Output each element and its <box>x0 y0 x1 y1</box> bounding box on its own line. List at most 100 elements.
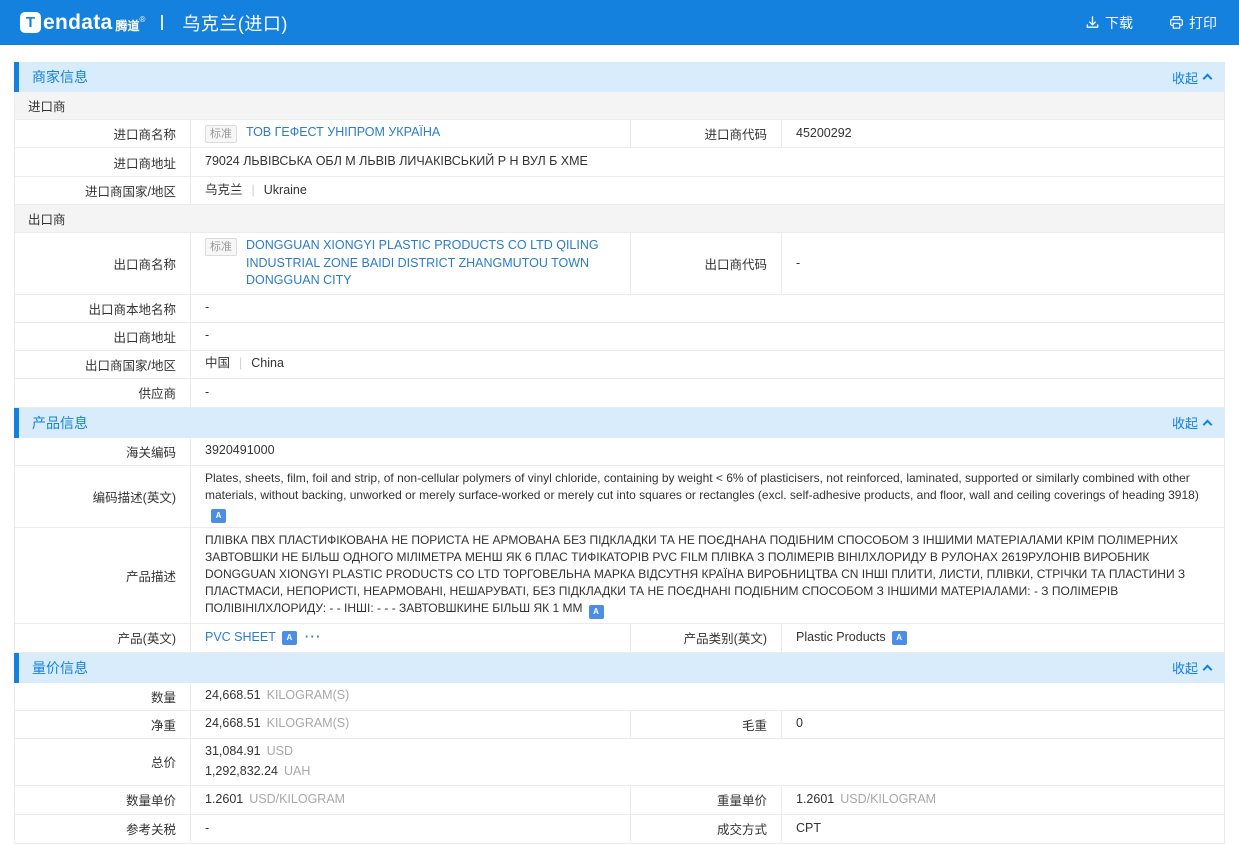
exporter-address-value: - <box>205 327 209 345</box>
weight-unit-price-value: 1.2601 <box>796 791 834 809</box>
print-button[interactable]: 打印 <box>1169 13 1217 33</box>
field-value: - <box>190 295 1224 322</box>
collapse-merchant-button[interactable]: 收起 <box>1172 68 1211 87</box>
net-weight-value: 24,668.51 <box>205 715 261 733</box>
total-price-uah-unit: UAH <box>284 763 310 781</box>
download-button[interactable]: 下载 <box>1085 13 1133 33</box>
collapse-label: 收起 <box>1172 413 1198 432</box>
importer-name-link[interactable]: ТОВ ГЕФЕСТ УНІПРОМ УКРАЇНА <box>246 124 440 142</box>
logo-wordmark: endata <box>43 12 113 33</box>
field-label: 产品描述 <box>15 528 190 623</box>
importer-country-cn: 乌克兰 <box>205 182 243 200</box>
exporter-local-name-value: - <box>205 299 209 317</box>
table-row: 出口商名称 标准 DONGGUAN XIONGYI PLASTIC PRODUC… <box>15 233 1224 295</box>
field-label: 出口商地址 <box>15 323 190 350</box>
field-label: 产品(英文) <box>15 624 190 652</box>
code-desc-text: Plates, sheets, film, foil and strip, of… <box>205 470 1210 523</box>
weight-unit-price-unit: USD/KILOGRAM <box>840 791 936 809</box>
field-value: 标准 DONGGUAN XIONGYI PLASTIC PRODUCTS CO … <box>190 233 630 294</box>
translate-icon[interactable]: A <box>282 631 297 645</box>
table-row: 产品描述 ПЛІВКА ПВХ ПЛАСТИФІКОВАНА НЕ ПОРИСТ… <box>15 528 1224 624</box>
field-value: - <box>190 379 1224 407</box>
field-value: - <box>781 233 1224 294</box>
collapse-product-button[interactable]: 收起 <box>1172 413 1211 432</box>
field-value: ПЛІВКА ПВХ ПЛАСТИФІКОВАНА НЕ ПОРИСТА НЕ … <box>190 528 1224 623</box>
field-value: 24,668.51 KILOGRAM(S) <box>190 711 630 738</box>
collapse-label: 收起 <box>1172 68 1198 87</box>
field-value: Plates, sheets, film, foil and strip, of… <box>190 466 1224 527</box>
importer-code-value: 45200292 <box>796 125 852 143</box>
exporter-name-link[interactable]: DONGGUAN XIONGYI PLASTIC PRODUCTS CO LTD… <box>246 237 616 290</box>
print-icon <box>1169 15 1184 30</box>
translate-icon[interactable]: A <box>211 509 226 523</box>
field-value: 乌克兰 | Ukraine <box>190 177 1224 204</box>
chevron-up-icon <box>1203 74 1213 84</box>
table-row: 总价 31,084.91 USD 1,292,832.24 UAH <box>15 739 1224 786</box>
download-icon <box>1085 15 1100 30</box>
page-title: 乌克兰(进口) <box>182 10 288 36</box>
translate-icon[interactable]: A <box>589 605 604 619</box>
total-price-uah-value: 1,292,832.24 <box>205 763 278 781</box>
importer-country-en: Ukraine <box>264 182 307 200</box>
section-header-merchant: 商家信息 收起 <box>14 62 1225 92</box>
collapse-label: 收起 <box>1172 658 1198 677</box>
total-price-usd-unit: USD <box>267 743 293 761</box>
field-label: 总价 <box>15 739 190 785</box>
more-products-button[interactable]: ··· <box>305 629 322 647</box>
table-row: 供应商 - <box>15 379 1224 408</box>
field-label: 出口商名称 <box>15 233 190 294</box>
field-label: 进口商代码 <box>630 120 781 147</box>
product-desc-text: ПЛІВКА ПВХ ПЛАСТИФІКОВАНА НЕ ПОРИСТА НЕ … <box>205 532 1210 619</box>
section-header-product: 产品信息 收起 <box>14 408 1225 438</box>
field-label: 产品类别(英文) <box>630 624 781 652</box>
top-header-bar: T endata 腾道 ® 乌克兰(进口) 下载 打印 <box>0 0 1239 45</box>
exporter-country-en: China <box>251 355 284 373</box>
field-value: PVC SHEET A ··· <box>190 624 630 652</box>
field-label: 数量单价 <box>15 786 190 814</box>
section-title: 产品信息 <box>32 413 88 433</box>
total-price-stack: 31,084.91 USD 1,292,832.24 UAH <box>205 743 310 781</box>
logo-chinese-name: 腾道 <box>116 17 140 34</box>
category-en-value: Plastic Products <box>796 629 886 647</box>
table-row: 净重 24,668.51 KILOGRAM(S) 毛重 0 <box>15 711 1224 739</box>
table-row: 进口商国家/地区 乌克兰 | Ukraine <box>15 177 1224 205</box>
quantity-unit: KILOGRAM(S) <box>267 687 350 705</box>
product-desc-value: ПЛІВКА ПВХ ПЛАСТИФІКОВАНА НЕ ПОРИСТА НЕ … <box>205 533 1185 615</box>
tendata-logo-icon: T <box>20 12 41 33</box>
field-label: 成交方式 <box>630 815 781 843</box>
merchant-table: 进口商 进口商名称 标准 ТОВ ГЕФЕСТ УНІПРОМ УКРАЇНА … <box>14 92 1225 408</box>
qty-unit-price-unit: USD/KILOGRAM <box>249 791 345 809</box>
field-value: 1.2601 USD/KILOGRAM <box>781 786 1224 814</box>
importer-group-header: 进口商 <box>15 92 1224 120</box>
field-label: 进口商国家/地区 <box>15 177 190 204</box>
table-row: 参考关税 - 成交方式 CPT <box>15 815 1224 844</box>
print-label: 打印 <box>1189 13 1217 33</box>
field-label: 出口商代码 <box>630 233 781 294</box>
collapse-price-button[interactable]: 收起 <box>1172 658 1211 677</box>
table-row: 出口商国家/地区 中国 | China <box>15 351 1224 379</box>
table-row: 产品(英文) PVC SHEET A ··· 产品类别(英文) Plastic … <box>15 624 1224 653</box>
field-value: 中国 | China <box>190 351 1224 378</box>
record-detail: 商家信息 收起 进口商 进口商名称 标准 ТОВ ГЕФЕСТ УНІПРОМ … <box>14 62 1225 844</box>
importer-address-value: 79024 ЛЬВІВСЬКА ОБЛ М ЛЬВІВ ЛИЧАКІВСЬКИЙ… <box>205 153 588 171</box>
field-label: 编码描述(英文) <box>15 466 190 527</box>
incoterm-value: CPT <box>796 820 821 838</box>
registered-mark: ® <box>140 15 146 24</box>
download-label: 下载 <box>1105 13 1133 33</box>
field-value: 0 <box>781 711 1224 738</box>
table-row: 海关编码 3920491000 <box>15 438 1224 466</box>
standard-badge: 标准 <box>205 238 237 256</box>
chevron-up-icon <box>1203 419 1213 429</box>
translate-icon[interactable]: A <box>892 631 907 645</box>
qty-unit-price-value: 1.2601 <box>205 791 243 809</box>
product-table: 海关编码 3920491000 编码描述(英文) Plates, sheets,… <box>14 438 1225 653</box>
field-value: 45200292 <box>781 120 1224 147</box>
table-row: 出口商本地名称 - <box>15 295 1224 323</box>
product-en-link[interactable]: PVC SHEET <box>205 629 276 647</box>
field-label: 海关编码 <box>15 438 190 465</box>
total-price-usd: 31,084.91 USD <box>205 743 310 761</box>
total-price-uah: 1,292,832.24 UAH <box>205 763 310 781</box>
field-value: 79024 ЛЬВІВСЬКА ОБЛ М ЛЬВІВ ЛИЧАКІВСЬКИЙ… <box>190 148 1224 176</box>
tendata-logo[interactable]: T endata 腾道 ® <box>20 11 145 34</box>
section-title: 商家信息 <box>32 67 88 87</box>
